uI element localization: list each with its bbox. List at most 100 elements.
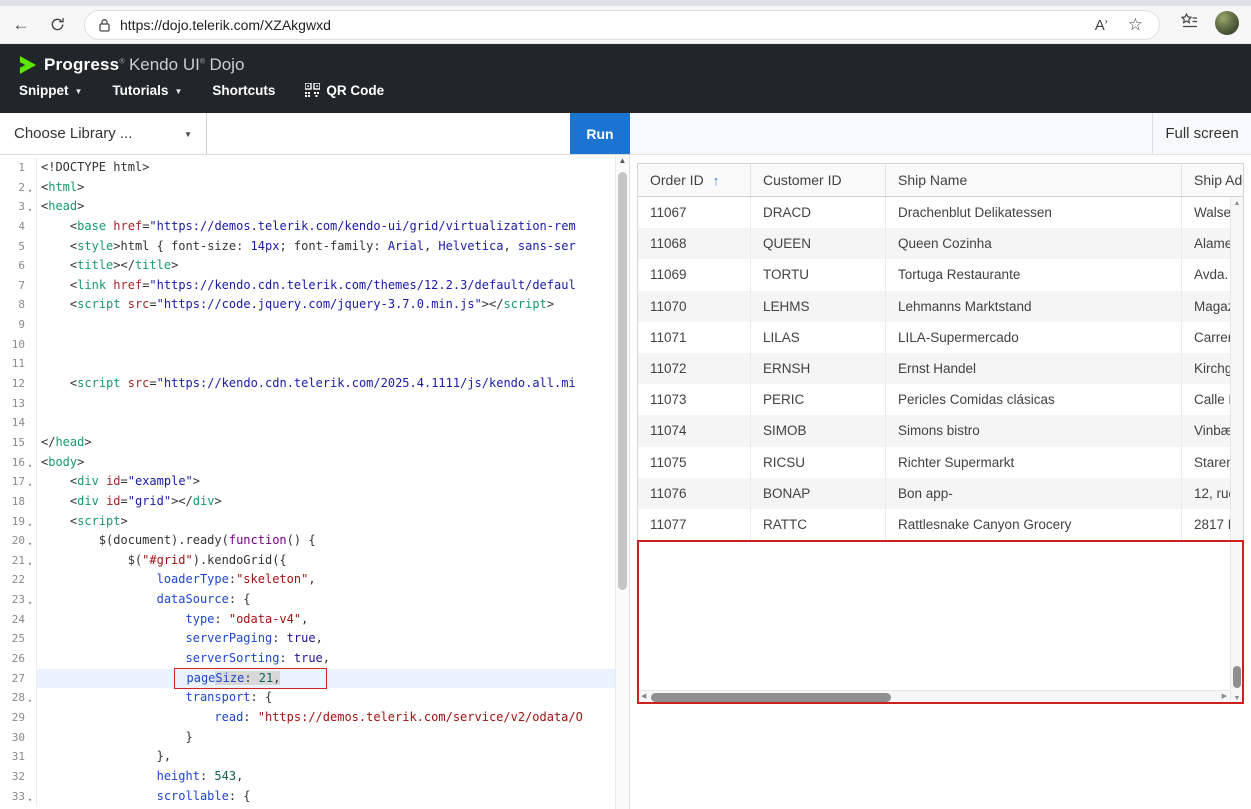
editor-line[interactable]: 5 <style>html { font-size: 14px; font-fa… bbox=[0, 237, 615, 257]
editor-scrollbar-thumb[interactable] bbox=[618, 172, 627, 590]
grid-cell[interactable]: QUEEN bbox=[751, 228, 886, 259]
editor-line[interactable]: 33▾ scrollable: { bbox=[0, 787, 615, 807]
read-aloud-icon[interactable]: A› bbox=[1095, 16, 1108, 34]
fold-chevron-icon[interactable]: ▾ bbox=[25, 472, 35, 492]
fold-chevron-icon[interactable]: ▾ bbox=[25, 590, 35, 610]
editor-line[interactable]: 24 type: "odata-v4", bbox=[0, 610, 615, 630]
editor-line[interactable]: 10 bbox=[0, 335, 615, 355]
editor-line[interactable]: 23▾ dataSource: { bbox=[0, 590, 615, 610]
table-row[interactable]: 11071LILASLILA-SupermercadoCarrera 52 bbox=[638, 322, 1243, 353]
collections-icon[interactable] bbox=[1180, 12, 1199, 35]
grid-cell[interactable]: 11070 bbox=[638, 291, 751, 322]
editor-line[interactable]: 27 pageSize: 21, bbox=[0, 669, 615, 689]
editor-line[interactable]: 29 read: "https://demos.telerik.com/serv… bbox=[0, 708, 615, 728]
nav-snippet[interactable]: Snippet▼ bbox=[19, 83, 82, 98]
reload-icon[interactable] bbox=[44, 12, 70, 38]
editor-line[interactable]: 12 <script src="https://kendo.cdn.teleri… bbox=[0, 374, 615, 394]
scroll-up-icon[interactable]: ▲ bbox=[1231, 200, 1243, 207]
grid-cell[interactable]: Pericles Comidas clásicas bbox=[886, 384, 1182, 415]
editor-line[interactable]: 28▾ transport: { bbox=[0, 688, 615, 708]
editor-scrollbar[interactable]: ▲ bbox=[615, 155, 629, 809]
grid-vertical-scrollbar[interactable]: ▲ ▼ bbox=[1230, 197, 1243, 703]
table-row[interactable]: 11070LEHMSLehmanns MarktstandMagazinwe bbox=[638, 291, 1243, 322]
table-row[interactable]: 11067DRACDDrachenblut DelikatessenWalser… bbox=[638, 197, 1243, 228]
editor-line[interactable]: 17▾ <div id="example"> bbox=[0, 472, 615, 492]
scroll-right-icon[interactable]: ▶ bbox=[1222, 691, 1227, 703]
fold-chevron-icon[interactable]: ▾ bbox=[25, 453, 35, 473]
editor-line[interactable]: 32 height: 543, bbox=[0, 767, 615, 787]
library-select[interactable]: Choose Library ... ▼ bbox=[0, 113, 207, 154]
column-header[interactable]: Customer ID bbox=[751, 164, 886, 196]
fold-chevron-icon[interactable]: ▾ bbox=[25, 787, 35, 807]
editor-line[interactable]: 30 } bbox=[0, 728, 615, 748]
editor-line[interactable]: 4 <base href="https://demos.telerik.com/… bbox=[0, 217, 615, 237]
grid-cell[interactable]: Bon app- bbox=[886, 478, 1182, 509]
editor-line[interactable]: 1<!DOCTYPE html> bbox=[0, 158, 615, 178]
grid-cell[interactable]: RICSU bbox=[751, 447, 886, 478]
grid-cell[interactable]: ERNSH bbox=[751, 353, 886, 384]
lock-icon[interactable] bbox=[98, 18, 111, 32]
fullscreen-button[interactable]: Full screen bbox=[1152, 113, 1251, 154]
table-row[interactable]: 11068QUEENQueen CozinhaAlameda do bbox=[638, 228, 1243, 259]
address-bar[interactable]: https://dojo.telerik.com/XZAkgwxd A› ☆ bbox=[84, 10, 1160, 40]
grid-cell[interactable]: 11068 bbox=[638, 228, 751, 259]
grid-cell[interactable]: SIMOB bbox=[751, 415, 886, 446]
grid-cell[interactable]: LILA-Supermercado bbox=[886, 322, 1182, 353]
editor-line[interactable]: 21▾ $("#grid").kendoGrid({ bbox=[0, 551, 615, 571]
column-header[interactable]: Ship Name bbox=[886, 164, 1182, 196]
grid-cell[interactable]: Queen Cozinha bbox=[886, 228, 1182, 259]
editor-line[interactable]: 13 bbox=[0, 394, 615, 414]
grid-cell[interactable]: Lehmanns Marktstand bbox=[886, 291, 1182, 322]
grid-cell[interactable]: Tortuga Restaurante bbox=[886, 259, 1182, 290]
scroll-up-icon[interactable]: ▲ bbox=[616, 156, 629, 165]
editor-line[interactable]: 9 bbox=[0, 315, 615, 335]
grid-cell[interactable]: Rattlesnake Canyon Grocery bbox=[886, 509, 1182, 540]
grid-cell[interactable]: 11075 bbox=[638, 447, 751, 478]
fold-chevron-icon[interactable]: ▾ bbox=[25, 512, 35, 532]
grid-cell[interactable]: 11067 bbox=[638, 197, 751, 228]
grid-cell[interactable]: RATTC bbox=[751, 509, 886, 540]
nav-qr-code[interactable]: QR Code bbox=[305, 83, 384, 98]
grid-cell[interactable]: 11069 bbox=[638, 259, 751, 290]
editor-line[interactable]: 19▾ <script> bbox=[0, 512, 615, 532]
fold-chevron-icon[interactable]: ▾ bbox=[25, 688, 35, 708]
grid-cell[interactable]: LILAS bbox=[751, 322, 886, 353]
grid-cell[interactable]: Ernst Handel bbox=[886, 353, 1182, 384]
grid-cell[interactable]: 11076 bbox=[638, 478, 751, 509]
back-icon[interactable]: ← bbox=[8, 12, 34, 38]
scroll-left-icon[interactable]: ◀ bbox=[641, 691, 646, 703]
editor-line[interactable]: 6 <title></title> bbox=[0, 256, 615, 276]
profile-avatar[interactable] bbox=[1215, 11, 1239, 35]
editor-line[interactable]: 20▾ $(document).ready(function() { bbox=[0, 531, 615, 551]
fold-chevron-icon[interactable]: ▾ bbox=[25, 551, 35, 571]
grid-cell[interactable]: 11077 bbox=[638, 509, 751, 540]
editor-line[interactable]: 15</head> bbox=[0, 433, 615, 453]
grid-cell[interactable]: 11073 bbox=[638, 384, 751, 415]
editor-line[interactable]: 25 serverPaging: true, bbox=[0, 629, 615, 649]
editor-line[interactable]: 31 }, bbox=[0, 747, 615, 767]
grid-hscrollbar-thumb[interactable] bbox=[651, 693, 891, 702]
editor-line[interactable]: 2▾<html> bbox=[0, 178, 615, 198]
grid-cell[interactable]: Simons bistro bbox=[886, 415, 1182, 446]
grid-cell[interactable]: 11071 bbox=[638, 322, 751, 353]
grid-cell[interactable]: DRACD bbox=[751, 197, 886, 228]
table-row[interactable]: 11073PERICPericles Comidas clásicasCalle… bbox=[638, 384, 1243, 415]
grid-cell[interactable]: BONAP bbox=[751, 478, 886, 509]
favorite-star-icon[interactable]: ☆ bbox=[1128, 15, 1143, 35]
fold-chevron-icon[interactable]: ▾ bbox=[25, 178, 35, 198]
table-row[interactable]: 11072ERNSHErnst HandelKirchgasse bbox=[638, 353, 1243, 384]
url-text[interactable]: https://dojo.telerik.com/XZAkgwxd bbox=[120, 17, 331, 33]
nav-tutorials[interactable]: Tutorials▼ bbox=[112, 83, 182, 98]
editor-line[interactable]: 3▾<head> bbox=[0, 197, 615, 217]
table-row[interactable]: 11074SIMOBSimons bistroVinbæltet 3 bbox=[638, 415, 1243, 446]
column-header[interactable]: Order ID↑ bbox=[638, 164, 751, 196]
table-row[interactable]: 11075RICSURichter SupermarktStarenweg bbox=[638, 447, 1243, 478]
grid-cell[interactable]: 11072 bbox=[638, 353, 751, 384]
editor-line[interactable]: 7 <link href="https://kendo.cdn.telerik.… bbox=[0, 276, 615, 296]
grid-vscrollbar-thumb[interactable] bbox=[1233, 666, 1241, 688]
editor-line[interactable]: 8 <script src="https://code.jquery.com/j… bbox=[0, 295, 615, 315]
table-row[interactable]: 11077RATTCRattlesnake Canyon Grocery2817… bbox=[638, 509, 1243, 540]
editor-line[interactable]: 26 serverSorting: true, bbox=[0, 649, 615, 669]
fold-chevron-icon[interactable]: ▾ bbox=[25, 197, 35, 217]
editor-line[interactable]: 11 bbox=[0, 354, 615, 374]
